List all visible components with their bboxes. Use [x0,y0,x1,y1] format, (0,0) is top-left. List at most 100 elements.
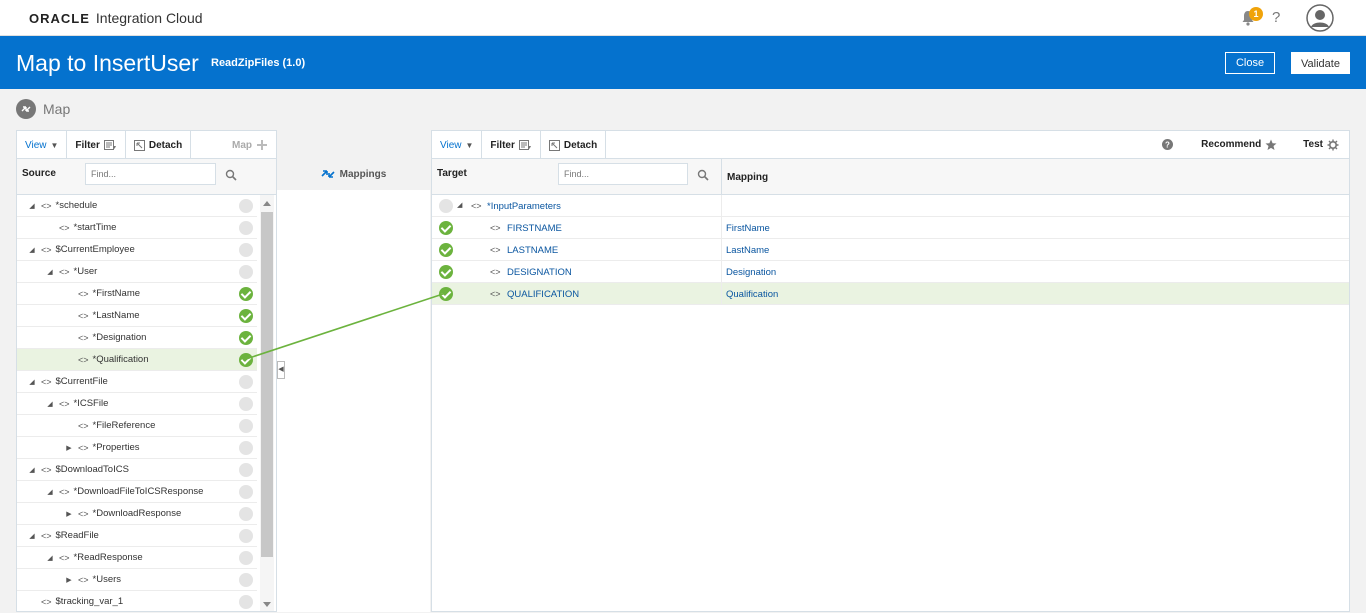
source-view-menu[interactable]: View ▼ [17,131,68,159]
expand-triangle-icon[interactable]: ◢ [45,488,55,496]
scrollbar-thumb[interactable] [261,212,273,557]
element-icon: <> [41,464,52,475]
scroll-down-arrow-icon[interactable] [263,602,271,607]
source-map-button[interactable]: Map [224,131,276,159]
collapsed-triangle-icon[interactable]: ▶ [64,444,74,452]
tree-row[interactable]: ◢ <> $DownloadToICS [17,459,257,481]
mapped-check-icon [239,309,253,323]
tree-row[interactable]: ◢ <> *User [17,261,257,283]
test-button[interactable]: Test [1295,131,1349,159]
tree-row[interactable]: <> DESIGNATION Designation [432,261,1349,283]
search-icon[interactable] [225,169,237,181]
tree-row[interactable]: ◢ <> *InputParameters [432,195,1349,217]
status-indicator [239,551,253,565]
tree-row-label: *startTime [73,222,117,233]
expand-triangle-icon[interactable]: ◢ [45,268,55,276]
expand-triangle-icon[interactable]: ◢ [45,554,55,562]
mapping-value[interactable]: Designation [726,267,776,278]
tree-row[interactable]: ◢ <> $CurrentEmployee [17,239,257,261]
element-icon: <> [78,354,89,365]
filter-icon [518,139,531,150]
tree-row[interactable]: ▶ <> *DownloadResponse [17,503,257,525]
mapping-value[interactable]: Qualification [726,289,778,300]
expand-triangle-icon[interactable]: ◢ [45,400,55,408]
target-filter-label: Filter [490,139,515,151]
tree-row[interactable]: ◢ <> *schedule [17,195,257,217]
target-filter-button[interactable]: Filter [482,131,541,159]
validate-button[interactable]: Validate [1291,52,1350,74]
scroll-up-arrow-icon[interactable] [263,201,271,206]
tree-row[interactable]: <> $tracking_var_1 [17,591,257,611]
target-view-menu[interactable]: View ▼ [432,131,483,159]
tree-row[interactable]: ◢ <> *ICSFile [17,393,257,415]
chevron-down-icon: ▼ [50,140,59,150]
tree-row[interactable]: ◢ <> $ReadFile [17,525,257,547]
expand-triangle-icon[interactable]: ◢ [27,246,37,254]
source-toolbar: View ▼ Filter Detach Map [17,131,276,159]
collapse-panel-handle[interactable]: ◀ [277,361,285,379]
tree-row[interactable]: ◢ <> $CurrentFile [17,371,257,393]
tree-row[interactable]: ▶ <> *Users [17,569,257,591]
recommend-button[interactable]: Recommend [1193,131,1295,159]
mapping-value[interactable]: LastName [726,245,769,256]
user-avatar-icon[interactable] [1306,4,1334,32]
status-indicator [239,419,253,433]
expand-triangle-icon[interactable]: ◢ [27,466,37,474]
mappings-header[interactable]: Mappings [277,158,430,190]
help-icon[interactable]: ? [1272,9,1280,26]
target-find-input[interactable]: Find... [558,163,688,185]
tree-row-label: *ICSFile [73,398,109,409]
tree-row[interactable]: <> *FirstName [17,283,257,305]
mapped-check-icon [439,265,453,279]
tree-row[interactable]: ◢ <> *ReadResponse [17,547,257,569]
tree-row[interactable]: <> *LastName [17,305,257,327]
status-indicator [239,573,253,587]
tree-row[interactable]: <> *FileReference [17,415,257,437]
tree-row-label: *LastName [92,310,140,321]
source-scrollbar[interactable] [260,195,274,611]
tree-row[interactable]: <> *Designation [17,327,257,349]
tree-row-label: *schedule [55,200,98,211]
filter-icon [103,139,116,150]
target-toolbar-right: ? Recommend Test [1154,131,1349,158]
source-find-input[interactable]: Find... [85,163,216,185]
status-indicator [239,243,253,257]
element-icon: <> [41,244,52,255]
tree-row[interactable]: <> FIRSTNAME FirstName [432,217,1349,239]
search-icon[interactable] [697,169,709,181]
column-divider [721,217,722,239]
source-detach-button[interactable]: Detach [126,131,192,159]
tree-row-selected[interactable]: <> QUALIFICATION Qualification [432,283,1349,305]
tree-row[interactable]: ▶ <> *Properties [17,437,257,459]
section-title-label: Map [43,101,71,117]
element-icon: <> [78,420,89,431]
detach-icon [133,139,145,151]
integration-name: ReadZipFiles (1.0) [211,57,306,69]
collapsed-triangle-icon[interactable]: ▶ [64,510,74,518]
tree-row[interactable]: <> *startTime [17,217,257,239]
collapsed-triangle-icon[interactable]: ▶ [64,576,74,584]
expand-triangle-icon[interactable]: ◢ [27,202,37,210]
element-icon: <> [41,200,52,211]
close-button[interactable]: Close [1225,52,1275,74]
source-filter-button[interactable]: Filter [67,131,126,159]
expand-triangle-icon[interactable]: ◢ [457,201,462,209]
target-header-row: Target Find... Mapping [432,159,1349,195]
mapping-value[interactable]: FirstName [726,223,770,234]
mapping-column-header: Mapping [727,172,769,183]
mapped-check-icon [439,221,453,235]
mappings-panel [277,158,430,612]
tree-row[interactable]: <> LASTNAME LastName [432,239,1349,261]
tree-row-label: QUALIFICATION [507,289,580,300]
mapped-check-icon [439,287,453,301]
target-detach-button[interactable]: Detach [541,131,607,159]
status-indicator [239,463,253,477]
tree-row-label: *ReadResponse [73,552,143,563]
help-button[interactable]: ? [1154,131,1193,159]
tree-row-selected[interactable]: <> *Qualification [17,349,257,371]
column-divider [721,283,722,305]
element-icon: <> [59,222,70,233]
expand-triangle-icon[interactable]: ◢ [27,532,37,540]
tree-row[interactable]: ◢ <> *DownloadFileToICSResponse [17,481,257,503]
expand-triangle-icon[interactable]: ◢ [27,378,37,386]
